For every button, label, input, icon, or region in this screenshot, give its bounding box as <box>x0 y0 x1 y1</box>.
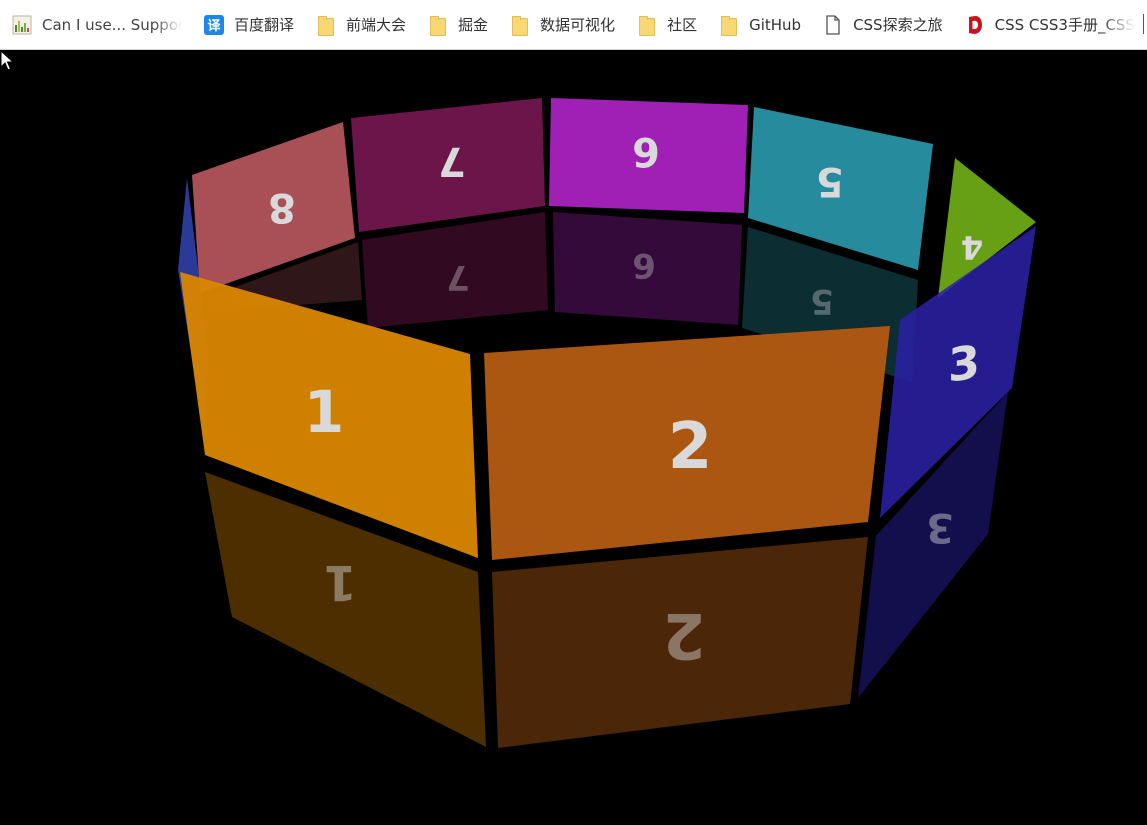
face-label-3: 3 <box>948 334 980 392</box>
bookmark-label: 掘金 <box>458 16 489 34</box>
bookmark-label: GitHub <box>749 15 802 34</box>
mouse-cursor-icon <box>0 50 14 71</box>
bookmark-css-explore[interactable]: CSS探索之旅 <box>811 9 953 41</box>
bookmark-folder-community[interactable]: 社区 <box>625 9 707 41</box>
bookmark-label: 数据可视化 <box>540 16 616 34</box>
bookmark-label: 百度翻译 <box>234 16 295 34</box>
bookmark-folder-dataviz[interactable]: 数据可视化 <box>498 9 625 41</box>
dreamweaver-icon <box>965 15 985 35</box>
bookmark-label: CSS CSS3手册_CSS3 <box>994 16 1135 34</box>
face-label-8: 8 <box>268 184 296 230</box>
bookmark-folder-github[interactable]: GitHub <box>707 9 811 41</box>
page-icon <box>823 14 843 35</box>
translate-icon: 译 <box>204 14 224 35</box>
reflection-label-1: 1 <box>323 554 356 610</box>
folder-icon <box>428 15 448 36</box>
carousel-stage: 7 6 5 1 2 3 8 7 6 5 4 3 1 2 <box>0 50 1147 825</box>
caniuse-icon <box>12 15 32 35</box>
reflection-label-2: 2 <box>662 599 705 672</box>
bookmark-label: Can I use... Support <box>42 15 182 34</box>
reflection-label-3: 3 <box>926 504 954 550</box>
folder-icon <box>637 15 657 36</box>
bookmark-label: 社区 <box>667 16 698 34</box>
face-label-6: 6 <box>632 128 660 174</box>
bookmark-folder-juejin[interactable]: 掘金 <box>416 9 498 41</box>
bookmarks-bar: Can I use... Support 译 百度翻译 前端大会 掘金 数据可视… <box>0 0 1147 50</box>
face-label-1: 1 <box>304 378 344 446</box>
face-label-2: 2 <box>668 410 713 484</box>
bookmark-baidu-translate[interactable]: 译 百度翻译 <box>192 9 304 41</box>
face-label-5: 5 <box>816 158 844 204</box>
folder-icon <box>316 15 336 36</box>
bookmarks-overflow-edge <box>1143 14 1147 34</box>
reflection-label-5: 5 <box>810 281 834 321</box>
folder-icon <box>510 15 530 36</box>
face-label-4: 4 <box>961 228 983 266</box>
bookmark-css3-manual[interactable]: CSS CSS3手册_CSS3 <box>953 9 1145 41</box>
folder-icon <box>719 15 739 36</box>
bookmark-folder-frontend-conf[interactable]: 前端大会 <box>304 9 416 41</box>
bookmark-label: CSS探索之旅 <box>853 16 943 34</box>
reflection-label-6: 6 <box>632 245 656 285</box>
reflection-label-7: 7 <box>446 257 470 297</box>
ring-carousel: 7 6 5 1 2 3 8 7 6 5 4 3 1 2 <box>178 98 1036 748</box>
face-label-7: 7 <box>438 138 466 184</box>
bookmark-caniuse[interactable]: Can I use... Support <box>0 9 192 41</box>
bookmark-label: 前端大会 <box>346 16 407 34</box>
